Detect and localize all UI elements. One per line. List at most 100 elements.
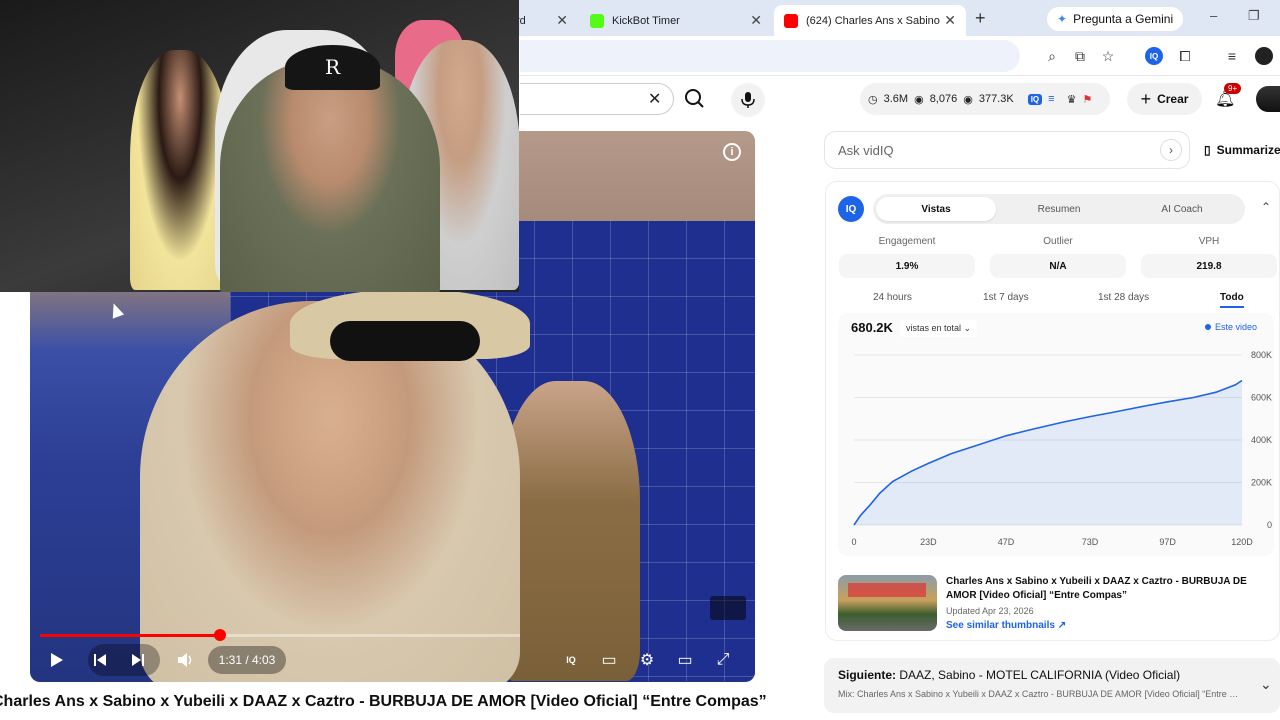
- vidiq-badge-icon[interactable]: IQ: [1027, 93, 1043, 105]
- vph-value: 219.8: [1141, 254, 1277, 278]
- gemini-label: Pregunta a Gemini: [1073, 12, 1174, 26]
- video-frame-sunglasses: [330, 321, 480, 361]
- microphone-icon: [741, 92, 755, 108]
- subtitles-icon[interactable]: ▭: [596, 646, 622, 674]
- outlier-value: N/A: [990, 254, 1126, 278]
- plus-icon: +: [1140, 88, 1152, 109]
- recommended-thumbnail[interactable]: [838, 575, 937, 631]
- previous-button[interactable]: [88, 646, 112, 674]
- vph-label: VPH: [1198, 236, 1220, 247]
- y-tick-label: 400K: [1251, 435, 1272, 445]
- fullscreen-icon[interactable]: ⤢: [710, 646, 736, 674]
- list-icon[interactable]: ≡: [1048, 93, 1054, 105]
- y-tick-label: 600K: [1251, 393, 1272, 403]
- volume-icon: [178, 653, 192, 667]
- next-icon: [132, 654, 144, 666]
- next-up-subtitle: Mix: Charles Ans x Sabino x Yubeili x DA…: [838, 689, 1239, 699]
- view-count-a: 8,076: [929, 93, 958, 105]
- gemini-sparkle-icon: ✦: [1057, 12, 1068, 26]
- settings-gear-icon[interactable]: ⚙: [634, 646, 660, 674]
- x-tick-label: 73D: [1082, 537, 1099, 547]
- similar-thumbnails-link[interactable]: See similar thumbnails ↗: [946, 620, 1066, 631]
- theater-mode-icon[interactable]: ▭: [672, 646, 698, 674]
- metric-selector-label: vistas en total: [906, 323, 962, 333]
- chart-legend: Este video: [1205, 322, 1257, 332]
- tab-youtube-active[interactable]: (624) Charles Ans x Sabino x ✕: [774, 5, 966, 36]
- range-first-28-days[interactable]: 1st 28 days: [1098, 292, 1149, 303]
- tab-vistas[interactable]: Vistas: [876, 197, 996, 221]
- summarize-button[interactable]: ▯ Summarize: [1204, 143, 1280, 157]
- new-tab-button[interactable]: +: [975, 8, 986, 29]
- profile-avatar[interactable]: [1255, 47, 1273, 65]
- ask-vidiq-input[interactable]: Ask vidIQ: [824, 131, 1190, 169]
- create-label: Crear: [1157, 92, 1189, 106]
- eye-icon: ◉: [914, 93, 924, 106]
- address-bar[interactable]: [520, 40, 1020, 72]
- total-views-value: 680.2K: [851, 320, 893, 335]
- x-tick-label: 23D: [920, 537, 937, 547]
- create-button[interactable]: + Crear: [1127, 83, 1202, 115]
- media-controls-icon[interactable]: ≡: [1223, 47, 1241, 65]
- chevron-down-icon[interactable]: ⌄: [1260, 676, 1272, 693]
- tab-ai-coach[interactable]: AI Coach: [1122, 197, 1242, 221]
- eye-icon: ◉: [963, 93, 973, 106]
- range-24-hours[interactable]: 24 hours: [873, 292, 912, 303]
- trophy-icon[interactable]: ♛: [1067, 93, 1077, 106]
- clock-icon: ◷: [868, 93, 878, 106]
- alert-icon[interactable]: ⚑: [1082, 93, 1092, 106]
- volume-button[interactable]: [174, 646, 198, 674]
- notifications-bell-icon[interactable]: 🔔︎ 9+: [1215, 83, 1242, 109]
- account-avatar[interactable]: [1256, 86, 1280, 112]
- youtube-favicon-icon: [784, 13, 798, 28]
- install-app-icon[interactable]: ⧉: [1071, 47, 1089, 65]
- outlier-label: Outlier: [1043, 236, 1073, 247]
- next-button[interactable]: [126, 646, 150, 674]
- vidiq-extension-icon[interactable]: IQ: [1145, 47, 1163, 65]
- x-tick-label: 97D: [1159, 537, 1176, 547]
- info-icon[interactable]: i: [723, 143, 741, 161]
- next-up-title: DAAZ, Sabino - MOTEL CALIFORNIA (Video O…: [899, 668, 1181, 682]
- progress-scrubber[interactable]: [214, 629, 226, 641]
- y-tick-label: 800K: [1251, 350, 1272, 360]
- reaction-person-center: [220, 60, 440, 292]
- close-icon[interactable]: ✕: [750, 12, 762, 29]
- chevron-right-icon[interactable]: ›: [1160, 139, 1182, 161]
- kickbot-favicon-icon: [590, 13, 604, 28]
- recommended-updated-date: Updated Apr 23, 2026: [946, 606, 1034, 616]
- book-icon: ▯: [1204, 143, 1211, 157]
- play-icon: [51, 653, 63, 667]
- engagement-label: Engagement: [878, 236, 936, 247]
- views-chart[interactable]: 0 200K 400K 600K 800K 0 23D 47D 73D 97D 120D: [838, 340, 1274, 556]
- clear-search-icon[interactable]: ✕: [648, 89, 661, 109]
- range-todo[interactable]: Todo: [1220, 292, 1244, 308]
- next-up-card[interactable]: [824, 658, 1280, 713]
- chevron-up-icon[interactable]: ⌃: [1261, 200, 1271, 214]
- minimize-button[interactable]: –: [1210, 8, 1217, 23]
- x-tick-label: 47D: [998, 537, 1015, 547]
- next-up-heading: Siguiente: DAAZ, Sabino - MOTEL CALIFORN…: [838, 668, 1180, 682]
- zoom-icon[interactable]: ⌕: [1043, 47, 1061, 65]
- vidiq-player-icon[interactable]: IQ: [558, 646, 584, 674]
- previous-icon: [94, 654, 106, 666]
- tab-resumen[interactable]: Resumen: [999, 197, 1119, 221]
- progress-bar[interactable]: [40, 629, 520, 641]
- video-frame-person: [500, 381, 640, 681]
- bookmark-star-icon[interactable]: ☆: [1099, 47, 1117, 65]
- recommended-title[interactable]: Charles Ans x Sabino x Yubeili x DAAZ x …: [946, 575, 1274, 603]
- gemini-button[interactable]: ✦ Pregunta a Gemini: [1047, 7, 1184, 31]
- vidiq-stats-bar: ◷ 3.6M ◉ 8,076 ◉ 377.3K IQ ≡ ♛ ⚑: [860, 83, 1110, 115]
- y-tick-label: 200K: [1251, 478, 1272, 488]
- youtube-search-input[interactable]: ✕: [520, 83, 674, 115]
- voice-search-button[interactable]: [731, 83, 765, 117]
- extensions-puzzle-icon[interactable]: ⧠: [1176, 47, 1194, 65]
- range-first-7-days[interactable]: 1st 7 days: [983, 292, 1029, 303]
- search-button[interactable]: [674, 83, 718, 115]
- metric-selector-dropdown[interactable]: vistas en total ⌄: [900, 320, 978, 337]
- video-title: Charles Ans x Sabino x Yubeili x DAAZ x …: [0, 693, 767, 710]
- channel-watermark-icon[interactable]: [710, 596, 746, 620]
- play-button[interactable]: [44, 646, 68, 674]
- close-icon[interactable]: ✕: [944, 12, 956, 29]
- tab-kickbot-timer[interactable]: KickBot Timer ✕: [580, 5, 772, 36]
- close-icon[interactable]: ✕: [556, 12, 568, 29]
- restore-button[interactable]: ❐: [1248, 8, 1260, 24]
